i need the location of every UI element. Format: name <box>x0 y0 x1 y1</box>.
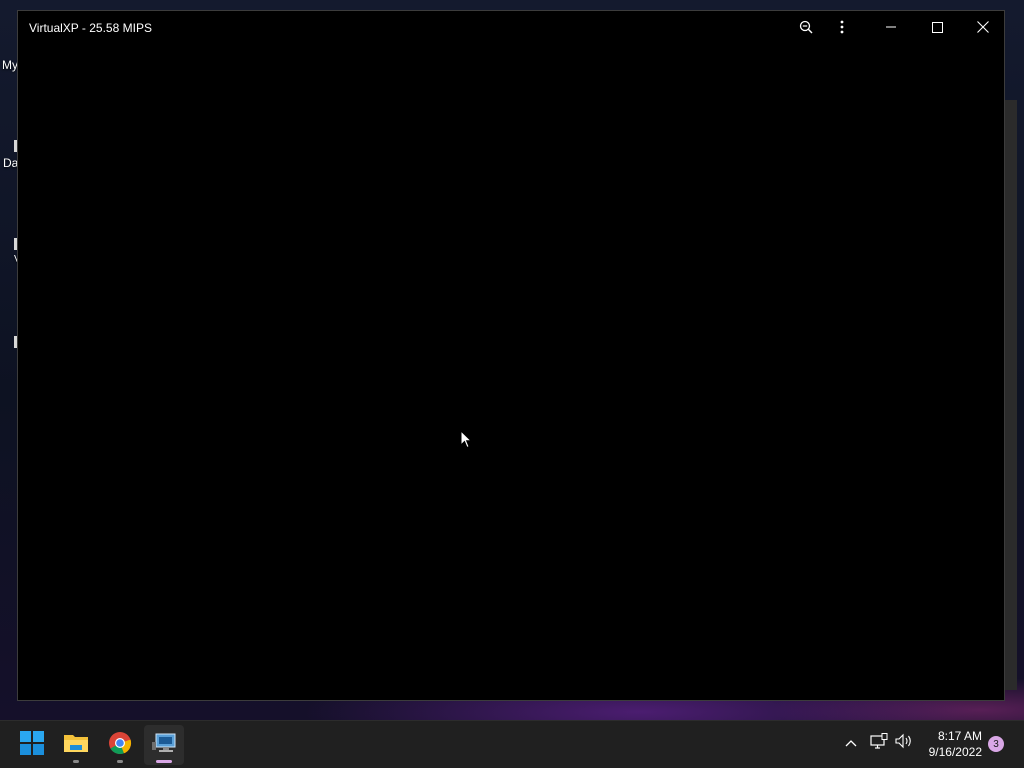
desktop-icon-label-my[interactable]: My <box>2 58 18 72</box>
chevron-up-icon <box>845 734 857 752</box>
title-bar[interactable]: VirtualXP - 25.58 MIPS <box>18 11 1004 45</box>
windows-logo-icon <box>20 730 44 760</box>
network-icon <box>870 732 888 754</box>
volume-button[interactable] <box>893 732 915 754</box>
clock-date: 9/16/2022 <box>928 745 982 759</box>
maximize-button[interactable] <box>914 11 960 43</box>
notification-badge[interactable]: 3 <box>988 736 1004 752</box>
window-title: VirtualXP - 25.58 MIPS <box>29 21 152 35</box>
virtual-pc-icon <box>151 732 177 759</box>
virtualxp-window[interactable]: VirtualXP - 25.58 MIPS <box>17 10 1005 701</box>
taskbar-clock[interactable]: 8:17 AM 9/16/2022 <box>929 728 982 760</box>
taskbar-virtualxp[interactable] <box>144 725 184 765</box>
show-hidden-icons-button[interactable] <box>840 732 862 754</box>
minimize-icon <box>886 22 896 32</box>
zoom-out-button[interactable] <box>794 11 818 43</box>
minimize-button[interactable] <box>868 11 914 43</box>
start-button[interactable] <box>12 725 52 765</box>
maximize-icon <box>931 21 943 33</box>
mouse-cursor-icon <box>460 429 473 454</box>
network-button[interactable] <box>868 732 890 754</box>
running-indicator <box>73 760 79 763</box>
close-icon <box>977 21 989 33</box>
chrome-icon <box>108 731 132 760</box>
close-button[interactable] <box>960 11 1006 43</box>
taskbar-file-explorer[interactable] <box>56 725 96 765</box>
zoom-out-icon <box>799 20 813 34</box>
more-vertical-icon <box>840 20 844 34</box>
folder-icon <box>63 732 89 759</box>
taskbar-chrome[interactable] <box>100 725 140 765</box>
more-options-button[interactable] <box>830 11 854 43</box>
emulator-display[interactable] <box>18 45 1004 700</box>
speaker-icon <box>895 733 913 754</box>
active-indicator <box>156 760 172 763</box>
running-indicator <box>117 760 123 763</box>
clock-time: 8:17 AM <box>937 729 982 743</box>
